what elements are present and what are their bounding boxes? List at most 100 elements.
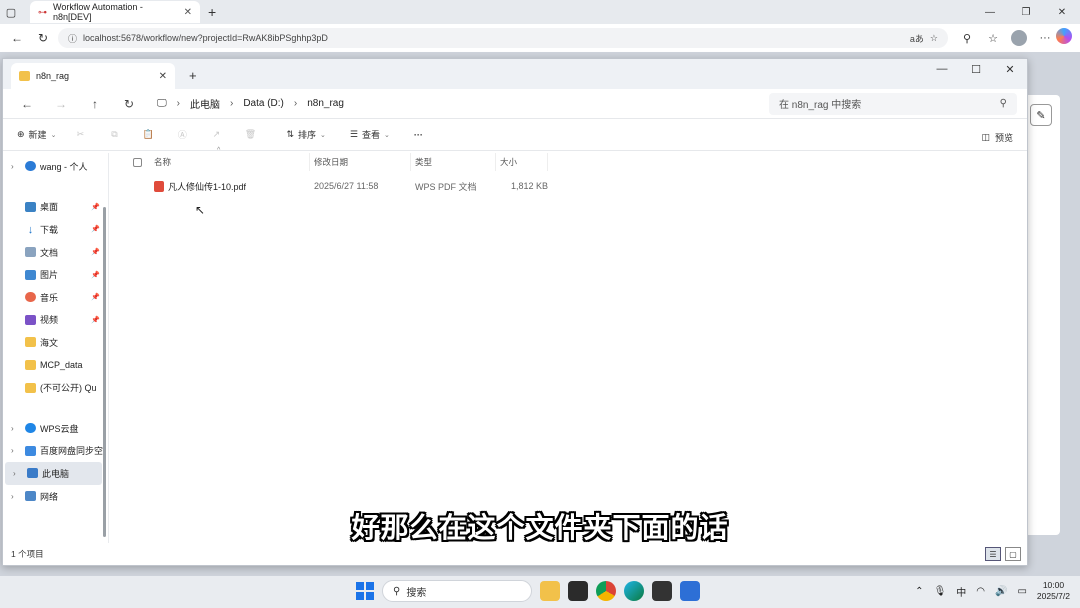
sidebar-item-music[interactable]: 音乐 📌 [3, 286, 108, 309]
pin-icon[interactable]: 📌 [91, 293, 100, 301]
column-modified[interactable]: 修改日期 [310, 153, 411, 171]
edge-app-icon[interactable] [624, 581, 644, 601]
cut-icon[interactable]: ✂ [66, 124, 94, 146]
pin-icon[interactable]: 📌 [91, 203, 100, 211]
reload-icon[interactable]: ↻ [32, 27, 54, 49]
favorite-star-icon[interactable]: ☆ [930, 33, 938, 44]
wifi-icon[interactable]: ◠ [976, 586, 985, 597]
tiles-view-icon[interactable]: ▢ [1005, 547, 1021, 561]
paste-icon[interactable]: 📋 [134, 124, 162, 146]
url-field[interactable]: ⓘ localhost:5678/workflow/new?projectId=… [58, 28, 948, 48]
search-input[interactable]: 在 n8n_rag 中搜索 ⚲ [769, 92, 1017, 115]
details-view-icon[interactable]: ☰ [985, 547, 1001, 561]
table-row[interactable]: 凡人修仙传1-10.pdf 2025/6/27 11:58 WPS PDF 文档… [109, 175, 1027, 197]
preview-button[interactable]: ◫ 预览 [981, 131, 1013, 144]
minimize-icon[interactable]: — [925, 59, 959, 79]
breadcrumb[interactable]: 🖵 › 此电脑 › Data (D:) › n8n_rag [149, 93, 761, 115]
tab-close-icon[interactable]: ✕ [184, 7, 192, 18]
file-explorer-app-icon[interactable] [540, 581, 560, 601]
sidebar-item-mcp-data[interactable]: MCP_data [3, 354, 108, 377]
back-icon[interactable]: ← [6, 27, 28, 49]
volume-icon[interactable]: 🔊 [995, 586, 1007, 597]
new-button[interactable]: ⊕ 新建 ⌄ [13, 124, 60, 146]
sidebar-item-pictures[interactable]: 图片 📌 [3, 263, 108, 286]
sidebar-item-videos[interactable]: 视频 📌 [3, 309, 108, 332]
sort-button[interactable]: ⇅ 排序 ⌄ [282, 124, 329, 146]
taskbar: ⚲ 搜索 ⌃ 🎙 中 ◠ 🔊 ▭ 10:00 2025/7/2 [0, 576, 1080, 608]
breadcrumb-item[interactable]: 此电脑 [190, 96, 220, 111]
notes-app-icon[interactable] [568, 581, 588, 601]
explorer-body: › wang - 个人 桌面 📌 ↓ 下载 📌 文档 📌 图片 📌 音乐 📌 视… [3, 147, 1027, 543]
explorer-new-tab-button[interactable]: + [189, 68, 197, 83]
pin-icon[interactable]: 📌 [91, 248, 100, 256]
sidebar-item-label: MCP_data [40, 360, 83, 371]
sidebar-item-this-pc[interactable]: › 此电脑 [5, 462, 102, 485]
chrome-app-icon[interactable] [596, 581, 616, 601]
sidebar-item-documents[interactable]: 文档 📌 [3, 241, 108, 264]
sidebar-item-onedrive[interactable]: › wang - 个人 [3, 155, 108, 178]
pin-icon[interactable]: 📌 [91, 316, 100, 324]
site-info-icon[interactable]: ⓘ [68, 32, 77, 45]
forward-icon[interactable]: → [47, 93, 75, 115]
chevron-right-icon: › [229, 98, 234, 109]
select-all-checkbox[interactable] [133, 157, 142, 167]
taskbar-search[interactable]: ⚲ 搜索 [382, 580, 532, 602]
explorer-toolbar: ⊕ 新建 ⌄ ✂ ⧉ 📋 Ⓐ ↗ 🗑 ⇅ 排序 ⌄ ☰ 查看 ⌄ ··· [3, 119, 1027, 151]
pin-icon[interactable]: 📌 [91, 225, 100, 233]
extensions-icon[interactable]: ⚲ [956, 27, 978, 49]
view-button[interactable]: ☰ 查看 ⌄ [346, 124, 394, 146]
read-aloud-icon[interactable]: aあ [910, 32, 924, 45]
up-icon[interactable]: ↑ [81, 93, 109, 115]
more-menu-icon[interactable]: ··· [1034, 27, 1056, 49]
breadcrumb-item[interactable]: Data (D:) [243, 98, 284, 109]
new-tab-button[interactable]: + [208, 4, 216, 20]
system-clock[interactable]: 10:00 2025/7/2 [1037, 580, 1070, 602]
breadcrumb-item[interactable]: n8n_rag [307, 98, 344, 109]
copy-icon[interactable]: ⧉ [100, 124, 128, 146]
sidebar-item-private-folder[interactable]: (不可公开) Qu [3, 376, 108, 399]
column-type[interactable]: 类型 [411, 153, 496, 171]
chevron-right-icon[interactable]: › [11, 446, 21, 455]
close-window-icon[interactable]: ✕ [993, 59, 1027, 79]
chevron-right-icon[interactable]: › [11, 492, 21, 501]
share-icon[interactable]: ↗ [202, 124, 230, 146]
microphone-icon[interactable]: 🎙 [934, 586, 947, 597]
tab-actions-icon[interactable]: ▢ [0, 1, 22, 23]
tray-chevron-up-icon[interactable]: ⌃ [915, 586, 923, 597]
column-name[interactable]: 名称 [150, 153, 310, 171]
minimize-icon[interactable]: — [972, 0, 1008, 24]
sidebar-item-wps-cloud[interactable]: › WPS云盘 [3, 417, 108, 440]
terminal-app-icon[interactable] [652, 581, 672, 601]
sidebar-item-baidu-sync[interactable]: › 百度网盘同步空 [3, 440, 108, 463]
maximize-icon[interactable]: ❐ [1008, 0, 1044, 24]
sidebar-item-desktop[interactable]: 桌面 📌 [3, 196, 108, 219]
copilot-icon[interactable] [1056, 28, 1072, 44]
chevron-right-icon[interactable]: › [11, 162, 21, 171]
delete-icon[interactable]: 🗑 [236, 124, 264, 146]
refresh-icon[interactable]: ↻ [115, 93, 143, 115]
pin-icon[interactable]: 📌 [91, 271, 100, 279]
edit-pencil-icon[interactable]: ✎ [1030, 104, 1052, 126]
ime-indicator[interactable]: 中 [956, 584, 966, 599]
sidebar-scrollbar[interactable] [103, 207, 106, 537]
favorites-icon[interactable]: ☆ [982, 27, 1004, 49]
maximize-icon[interactable]: ☐ [959, 59, 993, 79]
browser-tab[interactable]: ⊶ Workflow Automation - n8n[DEV] ✕ [30, 1, 200, 23]
more-options-button[interactable]: ··· [410, 124, 427, 146]
chevron-right-icon[interactable]: › [13, 469, 23, 478]
windows-start-icon[interactable] [356, 582, 374, 600]
tab-close-icon[interactable]: ✕ [159, 71, 167, 82]
sidebar-item-downloads[interactable]: ↓ 下载 📌 [3, 218, 108, 241]
rename-icon[interactable]: Ⓐ [168, 124, 196, 146]
column-size[interactable]: 大小 [496, 153, 548, 171]
profile-avatar[interactable] [1011, 30, 1027, 46]
battery-icon[interactable]: ▭ [1017, 586, 1026, 597]
notepad-app-icon[interactable] [680, 581, 700, 601]
sidebar-item-network[interactable]: › 网络 [3, 485, 108, 508]
chevron-right-icon[interactable]: › [11, 424, 21, 433]
back-icon[interactable]: ← [13, 93, 41, 115]
sidebar-item-haiwen[interactable]: 海文 [3, 331, 108, 354]
folder-icon [25, 382, 36, 393]
close-window-icon[interactable]: ✕ [1044, 0, 1080, 24]
explorer-tab[interactable]: n8n_rag ✕ [11, 63, 175, 89]
